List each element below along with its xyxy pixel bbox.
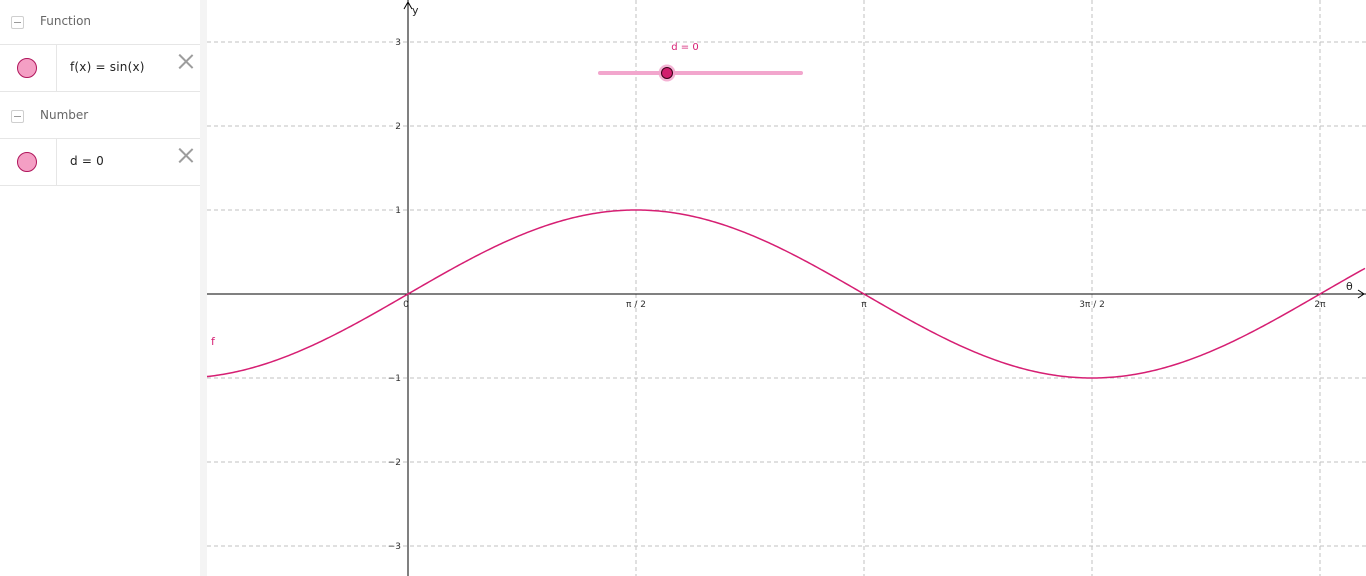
curve-label: f <box>211 335 216 348</box>
x-tick-label: 0 <box>403 300 409 310</box>
x-tick-label: π / 2 <box>626 300 646 310</box>
number-definition[interactable]: d = 0 <box>70 154 104 168</box>
x-tick-label: 3π / 2 <box>1079 300 1105 310</box>
visibility-marble-icon[interactable] <box>17 152 37 172</box>
slider-label: d = 0 <box>671 42 698 53</box>
x-axis-label: θ <box>1346 280 1353 293</box>
y-tick-label: 2 <box>395 122 401 132</box>
algebra-resize-handle[interactable] <box>200 0 207 576</box>
x-tick-label: π <box>861 300 867 310</box>
collapse-function-icon[interactable] <box>11 16 24 29</box>
section-header-function[interactable]: Function <box>0 0 200 44</box>
collapse-number-icon[interactable] <box>11 110 24 123</box>
section-header-number[interactable]: Number <box>0 94 200 138</box>
delete-d-icon[interactable] <box>178 147 194 163</box>
y-tick-label: −1 <box>388 374 401 384</box>
visibility-marble-icon[interactable] <box>17 58 37 78</box>
section-label-number: Number <box>40 108 89 122</box>
algebra-item-d[interactable]: d = 0 <box>0 138 200 186</box>
tick-labels: −π / 20π / 2π3π / 22π5π / 23π7π / 24π321… <box>388 38 1326 552</box>
function-definition[interactable]: f(x) = sin(x) <box>70 60 145 74</box>
y-tick-label: 3 <box>395 38 401 48</box>
slider-d[interactable]: d = 0 <box>598 42 803 82</box>
x-tick-label: 2π <box>1314 300 1326 310</box>
slider-thumb[interactable] <box>660 67 673 79</box>
delete-f-icon[interactable] <box>178 53 194 69</box>
algebra-view: Function f(x) = sin(x) Number d = 0 <box>0 0 201 576</box>
y-tick-label: 1 <box>395 206 401 216</box>
algebra-item-f[interactable]: f(x) = sin(x) <box>0 44 200 92</box>
y-axis-label: y <box>412 4 419 17</box>
row-divider <box>56 45 57 91</box>
section-label-function: Function <box>40 14 92 28</box>
y-tick-label: −2 <box>388 458 401 468</box>
row-divider <box>56 139 57 185</box>
y-tick-label: −3 <box>388 542 401 552</box>
grid <box>207 0 1366 576</box>
graphics-view[interactable]: θ y −π / 20π / 2π3π / 22π5π / 23π7π / 24… <box>207 0 1366 576</box>
axes: θ y <box>207 0 1366 576</box>
